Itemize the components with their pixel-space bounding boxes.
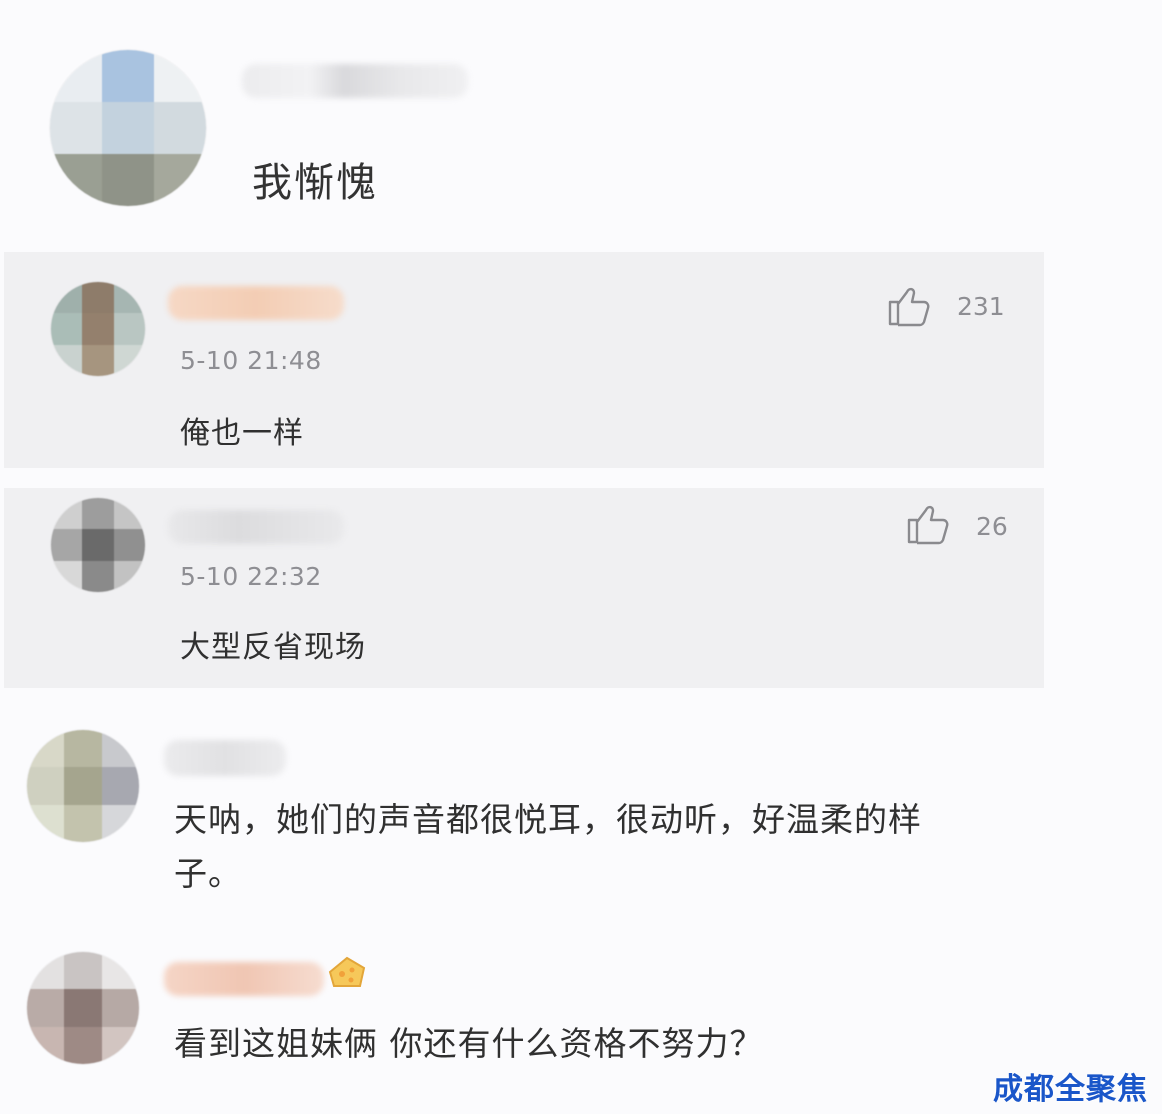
comment-text-line2: 子。	[174, 854, 242, 893]
username-blurred[interactable]	[242, 64, 468, 98]
avatar[interactable]	[27, 730, 139, 842]
comment-text-line1: 天呐，她们的声音都很悦耳，很动听，好温柔的样	[174, 800, 922, 839]
username-blurred[interactable]	[168, 510, 344, 544]
thumbs-up-icon[interactable]	[905, 500, 951, 546]
like-count: 231	[957, 292, 1005, 321]
timestamp: 5-10 22:32	[180, 562, 322, 591]
timestamp: 5-10 21:48	[180, 346, 322, 375]
username-blurred[interactable]	[164, 740, 286, 776]
comment-text: 我惭愧	[252, 160, 378, 206]
avatar[interactable]	[50, 50, 206, 206]
reply-text: 大型反省现场	[180, 630, 366, 665]
like-count: 26	[976, 512, 1008, 541]
avatar[interactable]	[27, 952, 139, 1064]
watermark: 成都全聚焦	[993, 1072, 1148, 1107]
reply-item	[4, 488, 1044, 688]
badge-icon	[328, 956, 366, 987]
avatar[interactable]	[51, 498, 145, 592]
username-blurred[interactable]	[164, 962, 324, 996]
thumbs-up-icon[interactable]	[886, 282, 932, 328]
avatar[interactable]	[51, 282, 145, 376]
username-blurred[interactable]	[168, 286, 344, 320]
reply-text: 俺也一样	[180, 416, 304, 451]
comment-text: 看到这姐妹俩 你还有什么资格不努力？	[174, 1024, 764, 1063]
